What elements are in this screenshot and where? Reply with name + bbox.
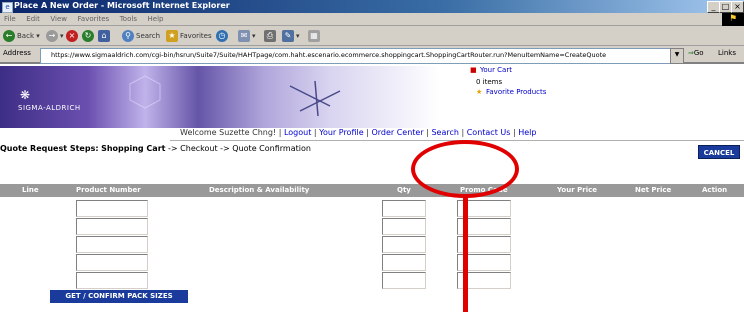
url-text: https://www.sigmaaldrich.com/cgi-bin/hsr… <box>51 51 607 59</box>
edit-button[interactable]: ✎ ▾ <box>282 29 300 43</box>
contact-us-link[interactable]: Contact Us <box>467 128 511 137</box>
toolbar: ← Back ▾ → ▾ × ↻ ⌂ ⚲ Search ★ Favorites ◷ ✉ ▾… <box>0 26 744 46</box>
banner-image: ❋ SIGMA-ALDRICH <box>0 66 440 128</box>
edit-page-icon: ✎ <box>282 30 294 42</box>
column-header-net-price: Net Price <box>635 186 672 194</box>
quote-steps: Quote Request Steps: Shopping Cart -> Ch… <box>0 144 311 153</box>
column-header-product-number: Product Number <box>76 186 141 194</box>
address-bar: Address https://www.sigmaaldrich.com/cgi… <box>0 46 744 64</box>
history-button[interactable]: ◷ <box>216 29 230 43</box>
print-button[interactable]: ⎙ <box>264 29 278 43</box>
favorites-button[interactable]: ★ Favorites <box>166 29 212 43</box>
menu-bar: File Edit View Favorites Tools Help ⚑ <box>0 13 744 26</box>
forward-arrow-icon: → <box>46 30 58 42</box>
qty-input[interactable] <box>382 272 426 289</box>
nav-separator: | <box>366 128 369 137</box>
favorites-folder-icon: ★ <box>166 30 178 42</box>
back-arrow-icon: ← <box>3 30 15 42</box>
product-number-input[interactable] <box>76 200 148 217</box>
column-header-description: Description & Availability <box>209 186 310 194</box>
history-icon: ◷ <box>216 30 228 42</box>
menu-file[interactable]: File <box>0 13 20 26</box>
forward-button[interactable]: → ▾ <box>46 29 64 43</box>
column-header-action: Action <box>702 186 728 194</box>
column-header-line: Line <box>22 186 39 194</box>
step-checkout: Checkout <box>180 144 218 153</box>
window-title-bar: e Place A New Order - Microsoft Internet… <box>0 0 744 13</box>
url-input[interactable]: https://www.sigmaaldrich.com/cgi-bin/hsr… <box>40 48 680 64</box>
order-center-link[interactable]: Order Center <box>371 128 423 137</box>
product-number-input[interactable] <box>76 254 148 271</box>
windows-logo-icon: ⚑ <box>722 13 744 26</box>
qty-input[interactable] <box>382 200 426 217</box>
your-profile-link[interactable]: Your Profile <box>319 128 364 137</box>
ie-icon: e <box>2 2 13 13</box>
nav-separator: | <box>461 128 465 137</box>
menu-edit[interactable]: Edit <box>22 13 44 26</box>
annotation-circle <box>411 140 519 198</box>
stop-icon: × <box>66 30 78 42</box>
search-link[interactable]: Search <box>431 128 458 137</box>
mail-icon: ✉ <box>238 30 250 42</box>
menu-favorites[interactable]: Favorites <box>74 13 114 26</box>
cart-table-header: Line Product Number Description & Availa… <box>0 184 744 197</box>
annotation-pointer-line <box>463 196 468 312</box>
nav-separator: | <box>278 128 282 137</box>
product-number-input[interactable] <box>76 272 148 289</box>
help-link[interactable]: Help <box>518 128 536 137</box>
get-confirm-pack-sizes-button[interactable]: GET / CONFIRM PACK SIZES <box>50 290 188 303</box>
go-button[interactable]: ⇒Go <box>688 49 704 57</box>
step-shopping-cart: Shopping Cart <box>101 144 166 153</box>
menu-help[interactable]: Help <box>144 13 168 26</box>
column-header-your-price: Your Price <box>557 186 597 194</box>
close-button[interactable]: × <box>731 1 744 13</box>
step-arrow: -> <box>220 144 230 153</box>
mail-button[interactable]: ✉ ▾ <box>238 29 256 43</box>
back-label: Back <box>17 32 34 40</box>
go-label: Go <box>693 49 704 57</box>
top-nav: Welcome Suzette Chng! | Logout | Your Pr… <box>180 128 560 140</box>
refresh-button[interactable]: ↻ <box>82 29 96 43</box>
your-cart-link[interactable]: Your Cart <box>480 66 512 74</box>
step-quote-confirmation: Quote Confirmation <box>232 144 311 153</box>
step-arrow: -> <box>168 144 178 153</box>
discuss-button[interactable]: ▦ <box>308 29 322 43</box>
menu-view[interactable]: View <box>46 13 71 26</box>
molecule-graphic <box>129 75 341 117</box>
menu-tools[interactable]: Tools <box>116 13 141 26</box>
search-label: Search <box>136 32 161 40</box>
favorites-label: Favorites <box>180 32 212 40</box>
favorite-products-link[interactable]: Favorite Products <box>486 88 546 96</box>
home-button[interactable]: ⌂ <box>98 29 112 43</box>
cart-item-count: 0 items <box>476 78 503 86</box>
print-icon: ⎙ <box>264 30 276 42</box>
stop-button[interactable]: × <box>66 29 80 43</box>
logout-link[interactable]: Logout <box>284 128 311 137</box>
nav-separator: | <box>512 128 516 137</box>
welcome-text: Welcome Suzette Chng! <box>180 128 277 137</box>
address-label: Address <box>3 49 31 57</box>
search-icon: ⚲ <box>122 30 134 42</box>
nav-separator: | <box>313 128 317 137</box>
steps-label: Quote Request Steps: <box>0 144 99 153</box>
address-dropdown-icon[interactable]: ▼ <box>670 48 684 64</box>
site-banner: ❋ SIGMA-ALDRICH ■ Your Cart 0 items ★ Fa… <box>0 66 744 128</box>
qty-input[interactable] <box>382 218 426 235</box>
cancel-button[interactable]: CANCEL <box>698 145 740 159</box>
qty-input[interactable] <box>382 236 426 253</box>
product-number-input[interactable] <box>76 236 148 253</box>
qty-input[interactable] <box>382 254 426 271</box>
refresh-icon: ↻ <box>82 30 94 42</box>
favorites-star-icon: ★ <box>476 88 483 96</box>
home-icon: ⌂ <box>98 30 110 42</box>
product-number-input[interactable] <box>76 218 148 235</box>
search-button[interactable]: ⚲ Search <box>122 29 160 43</box>
back-button[interactable]: ← Back ▾ <box>3 29 40 43</box>
column-header-qty: Qty <box>397 186 411 194</box>
discuss-icon: ▦ <box>308 30 320 42</box>
window-title: Place A New Order - Microsoft Internet E… <box>14 1 230 10</box>
cart-icon: ■ <box>470 66 477 74</box>
nav-separator: | <box>426 128 429 137</box>
links-button[interactable]: Links <box>718 49 736 57</box>
